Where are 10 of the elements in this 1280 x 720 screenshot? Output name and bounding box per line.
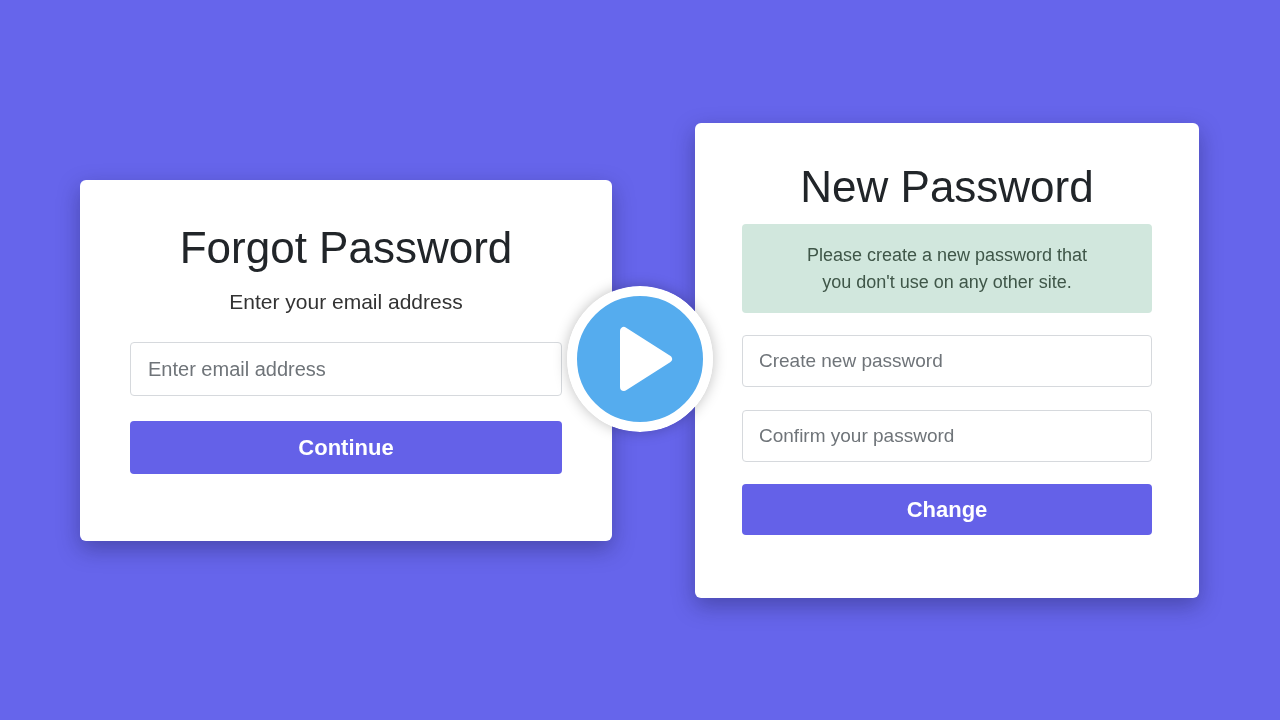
submit-button[interactable]: Continue (130, 421, 562, 474)
card-title: Forgot Password (178, 222, 514, 274)
card-title: New Password (799, 161, 1095, 213)
input-field[interactable]: Create new password (742, 335, 1152, 387)
input-field[interactable]: Confirm your password (742, 410, 1152, 462)
play-icon[interactable] (567, 286, 713, 432)
submit-button[interactable]: Change (742, 484, 1152, 535)
input-field[interactable]: Enter email address (130, 342, 562, 396)
card-subtitle: Enter your email address (228, 289, 464, 315)
alert-text: Please create a new password that you don't use on any other site. (805, 243, 1089, 294)
